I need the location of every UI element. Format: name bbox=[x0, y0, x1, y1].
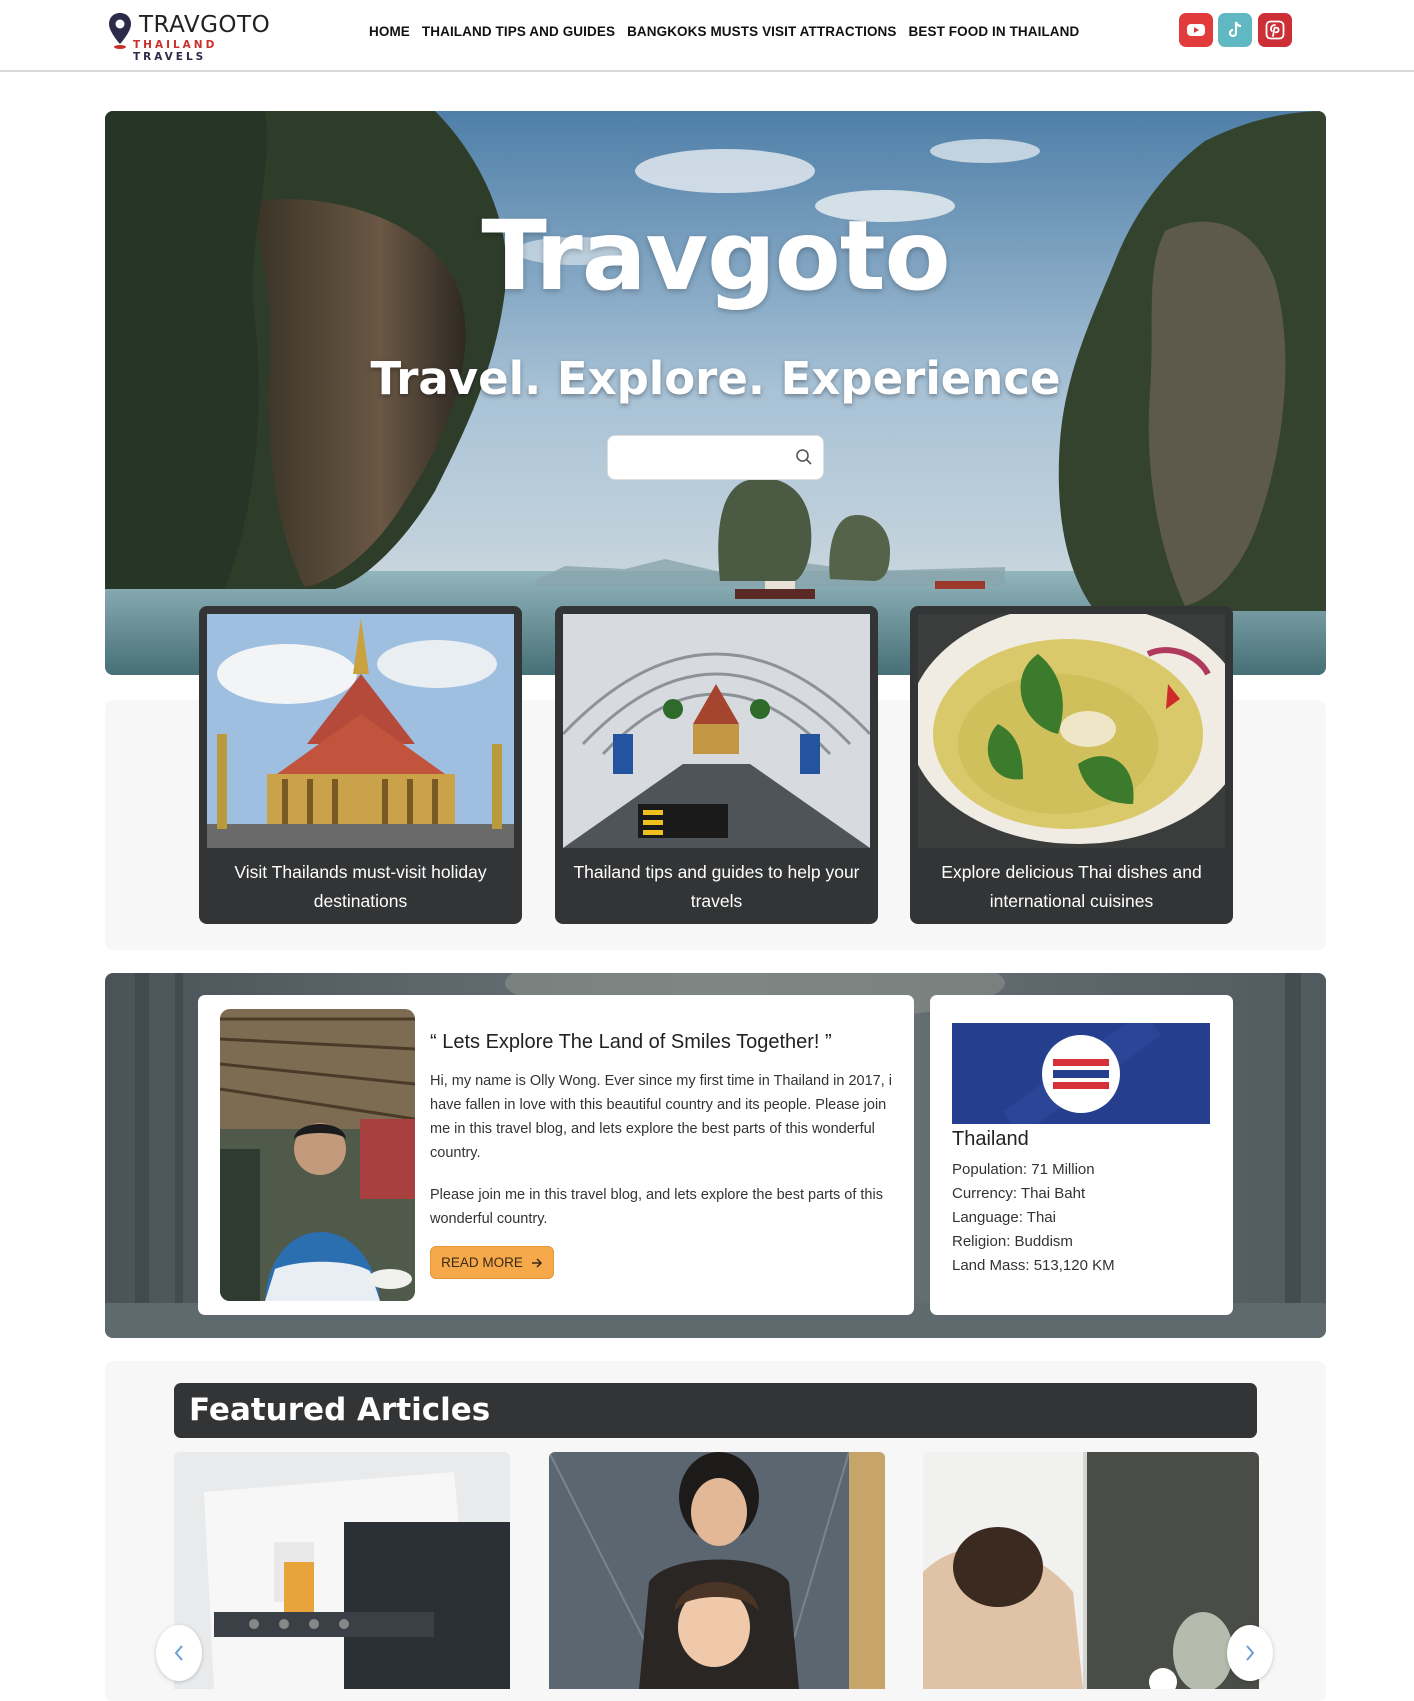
airport-image bbox=[563, 614, 870, 848]
tiktok-button[interactable] bbox=[1218, 13, 1252, 47]
category-card-caption: Visit Thailands must-visit holiday desti… bbox=[234, 862, 487, 911]
category-card-destinations[interactable]: Visit Thailands must-visit holiday desti… bbox=[199, 606, 522, 924]
thailand-flag-image bbox=[952, 1023, 1210, 1124]
logo-subtitle: THAILAND TRAVELS bbox=[133, 39, 218, 63]
tiktok-icon bbox=[1228, 21, 1242, 38]
location-pin-icon bbox=[109, 13, 131, 49]
featured-heading: Featured Articles bbox=[189, 1392, 491, 1428]
search-box[interactable] bbox=[607, 435, 824, 480]
author-photo bbox=[220, 1009, 415, 1301]
read-more-button[interactable]: READ MORE bbox=[430, 1246, 554, 1279]
fact-religion: Religion: Buddism bbox=[952, 1233, 1073, 1250]
category-card-tips[interactable]: Thailand tips and guides to help your tr… bbox=[555, 606, 878, 924]
about-invite-text: Please join me in this travel blog, and … bbox=[430, 1187, 883, 1227]
article-thumbnail-spa bbox=[923, 1452, 1259, 1689]
featured-article-card[interactable] bbox=[549, 1452, 885, 1689]
category-card-caption: Thailand tips and guides to help your tr… bbox=[573, 862, 860, 911]
about-heading: “ Lets Explore The Land of Smiles Togeth… bbox=[430, 1031, 832, 1053]
chevron-right-icon bbox=[1246, 1645, 1255, 1661]
main-nav: HOME THAILAND TIPS AND GUIDES BANGKOKS M… bbox=[369, 22, 1079, 42]
about-intro-text: Hi, my name is Olly Wong. Ever since my … bbox=[430, 1073, 893, 1161]
site-header: TRAVGOTO THAILAND TRAVELS HOME THAILAND … bbox=[0, 0, 1414, 72]
hero-banner: Travgoto Travel. Explore. Experience bbox=[105, 111, 1326, 675]
chevron-left-icon bbox=[174, 1645, 183, 1661]
site-logo[interactable]: TRAVGOTO THAILAND TRAVELS bbox=[108, 12, 278, 63]
pinterest-button[interactable] bbox=[1258, 13, 1292, 47]
logo-title: TRAVGOTO bbox=[139, 12, 271, 38]
about-card: “ Lets Explore The Land of Smiles Togeth… bbox=[198, 995, 914, 1315]
category-card-caption: Explore delicious Thai dishes and intern… bbox=[941, 862, 1202, 911]
featured-heading-bar: Featured Articles bbox=[174, 1383, 1257, 1438]
fact-language: Language: Thai bbox=[952, 1209, 1056, 1226]
carousel-next-button[interactable] bbox=[1227, 1625, 1273, 1681]
country-facts-card: Thailand Population: 71 Million Currency… bbox=[930, 995, 1233, 1315]
fact-currency: Currency: Thai Baht bbox=[952, 1185, 1086, 1202]
hero-title: Travgoto bbox=[481, 200, 950, 312]
featured-article-card[interactable] bbox=[174, 1452, 510, 1689]
pinterest-icon bbox=[1265, 20, 1285, 40]
youtube-button[interactable] bbox=[1179, 13, 1213, 47]
nav-bangkok-attractions[interactable]: BANGKOKS MUSTS VISIT ATTRACTIONS bbox=[627, 22, 896, 42]
nav-thailand-tips[interactable]: THAILAND TIPS AND GUIDES bbox=[422, 22, 615, 42]
nav-home[interactable]: HOME bbox=[369, 22, 410, 42]
article-thumbnail-mockup bbox=[174, 1452, 510, 1689]
search-icon[interactable] bbox=[795, 448, 813, 466]
hero-subtitle: Travel. Explore. Experience bbox=[370, 352, 1061, 405]
read-more-label: READ MORE bbox=[441, 1255, 523, 1270]
youtube-icon bbox=[1187, 24, 1205, 36]
curry-image bbox=[918, 614, 1225, 848]
nav-best-food[interactable]: BEST FOOD IN THAILAND bbox=[909, 22, 1080, 42]
temple-image bbox=[207, 614, 514, 848]
arrow-right-icon bbox=[531, 1257, 542, 1268]
carousel-prev-button[interactable] bbox=[156, 1625, 202, 1681]
category-card-food[interactable]: Explore delicious Thai dishes and intern… bbox=[910, 606, 1233, 924]
fact-land-mass: Land Mass: 513,120 KM bbox=[952, 1257, 1115, 1274]
search-input[interactable] bbox=[618, 444, 788, 472]
featured-article-card[interactable] bbox=[923, 1452, 1259, 1689]
fact-population: Population: 71 Million bbox=[952, 1161, 1095, 1178]
article-thumbnail-massage bbox=[549, 1452, 885, 1689]
country-name: Thailand bbox=[952, 1128, 1029, 1150]
